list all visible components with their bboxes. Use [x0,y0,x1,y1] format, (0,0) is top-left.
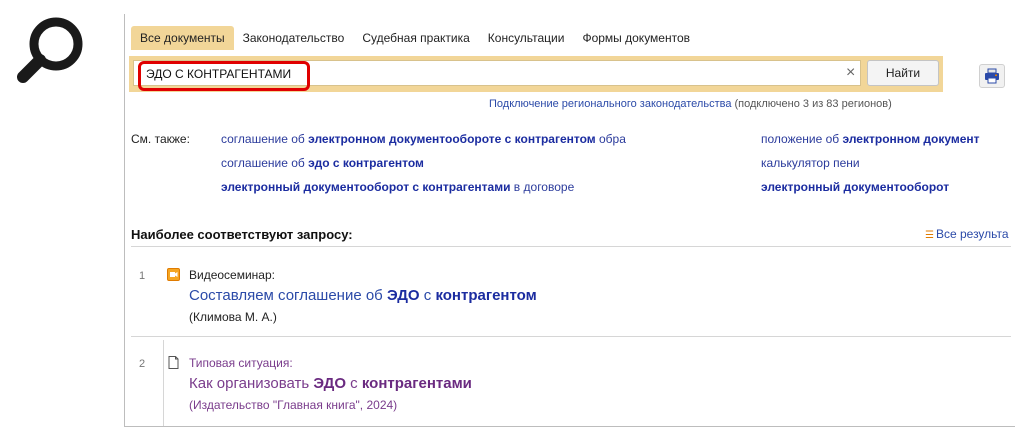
best-matches-heading: Наиболее соответствуют запросу: [131,227,353,242]
list-icon: ☰ [925,230,934,241]
result-source: (Климова М. А.) [189,310,277,324]
see-also-link[interactable]: положение об электронном документ [761,132,980,146]
see-also-link[interactable]: электронный документооборот с контрагент… [221,180,574,194]
see-also-label: См. также: [131,132,190,146]
search-bar: ЭДО С КОНТРАГЕНТАМИ × Найти [129,56,943,92]
result-type: Видеосеминар: [189,268,275,282]
search-input[interactable]: ЭДО С КОНТРАГЕНТАМИ × [133,60,861,91]
tab-consultations[interactable]: Консультации [479,26,574,50]
clear-icon[interactable]: × [846,64,855,82]
text-fade [645,126,701,148]
tab-bar: Все документы Законодательство Судебная … [131,26,699,50]
regions-count: (подключено 3 из 83 регионов) [734,98,892,110]
result-title-link[interactable]: Составляем соглашение об ЭДО с контраген… [189,287,537,304]
tab-legislation[interactable]: Законодательство [234,26,354,50]
result-source: (Издательство "Главная книга", 2024) [189,398,398,412]
divider [131,246,1011,247]
see-also-link[interactable]: электронный документооборот [761,180,949,194]
result-type: Типовая ситуация: [189,356,293,370]
query-highlight-frame [138,61,310,91]
printer-icon [985,68,999,84]
see-also-link[interactable]: соглашение об электронном документооборо… [221,132,626,146]
tab-all-documents[interactable]: Все документы [131,26,234,50]
result-title-link[interactable]: Как организовать ЭДО с контрагентами [189,375,472,392]
see-also-link[interactable]: калькулятор пени [761,156,860,170]
regions-line: Подключение регионального законодательст… [489,98,892,110]
result-number: 2 [139,358,146,370]
tab-court-practice[interactable]: Судебная практика [353,26,478,50]
print-button[interactable] [979,64,1005,88]
divider [131,336,1011,337]
regional-legislation-link[interactable]: Подключение регионального законодательст… [489,98,731,110]
see-also-link[interactable]: соглашение об эдо с контрагентом [221,156,424,170]
search-panel: Все документы Законодательство Судебная … [124,14,1015,427]
tab-document-forms[interactable]: Формы документов [573,26,699,50]
magnifier-icon [17,17,83,83]
find-button[interactable]: Найти [867,60,939,86]
result-number: 1 [139,270,146,282]
video-icon [167,268,180,281]
all-results-link[interactable]: ☰ Все результа [925,227,1009,241]
document-icon [168,356,179,369]
